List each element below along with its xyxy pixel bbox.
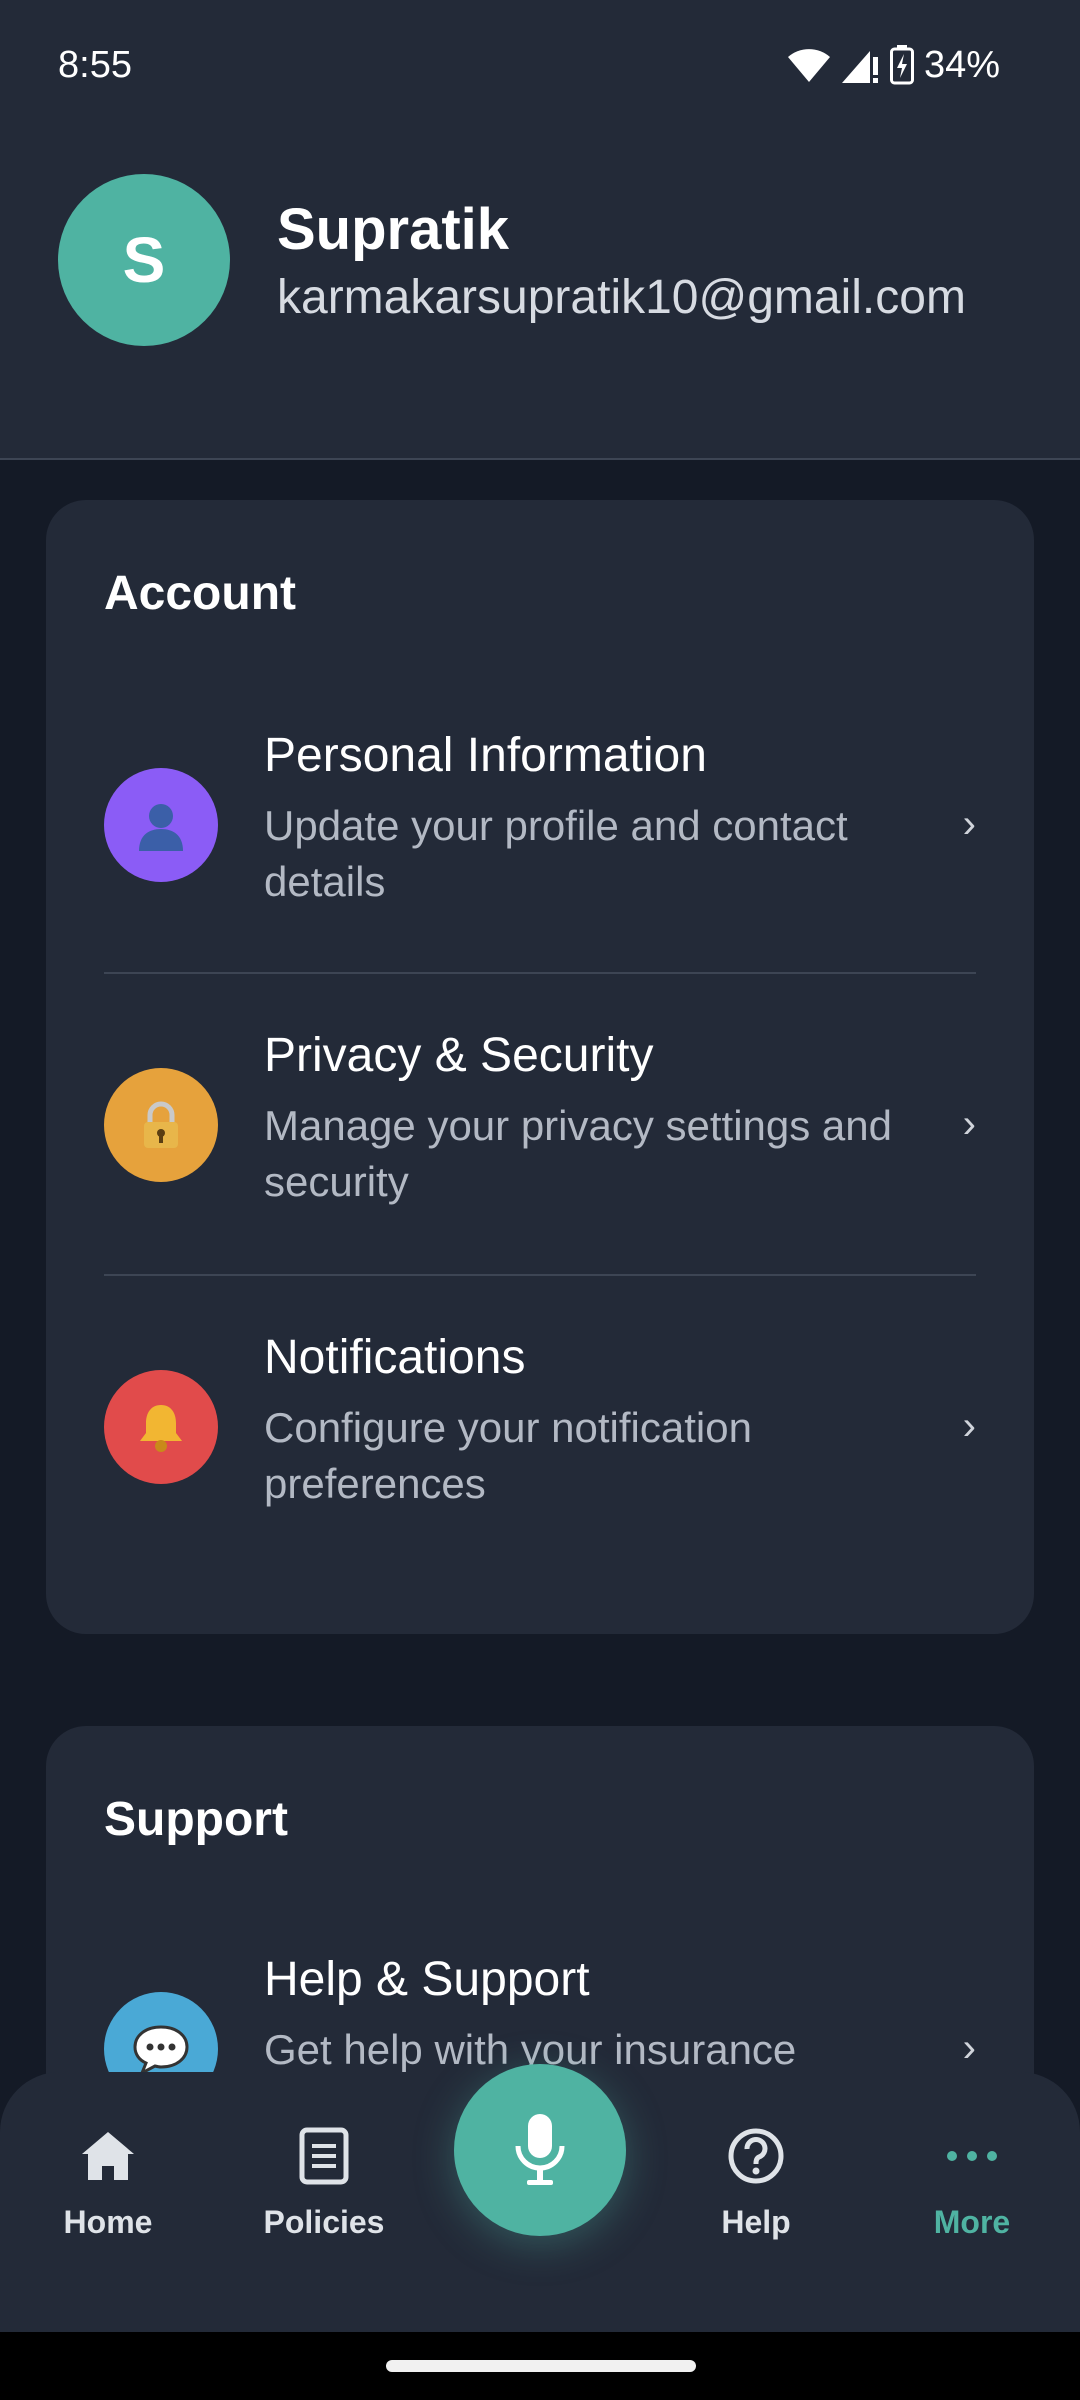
nav-label: Help: [721, 2204, 791, 2240]
bell-icon: [104, 1370, 218, 1484]
lock-icon: [104, 1068, 218, 1182]
user-name: Supratik: [277, 197, 510, 262]
nav-home[interactable]: Home: [28, 2126, 188, 2241]
avatar-initial: S: [122, 224, 166, 296]
chevron-right-icon: ›: [962, 1404, 976, 1448]
item-title: Help & Support: [264, 1953, 590, 2006]
battery-percent: 34%: [923, 43, 1000, 86]
wifi-icon: [787, 49, 830, 82]
nav-label: More: [933, 2204, 1011, 2240]
gesture-handle[interactable]: [386, 2360, 696, 2372]
status-bar: 8:55 34%: [0, 0, 1080, 130]
divider: [104, 972, 976, 974]
status-time: 8:55: [58, 44, 132, 86]
more-dots-icon: [947, 2151, 997, 2161]
item-subtitle: Update your profile and contact details: [264, 802, 848, 905]
nav-label: Home: [63, 2204, 153, 2240]
nav-help[interactable]: Help: [676, 2126, 836, 2241]
item-title: Notifications: [264, 1331, 526, 1384]
battery-charging-icon: [889, 45, 914, 85]
chevron-right-icon: ›: [962, 2026, 976, 2070]
notifications-item[interactable]: Notifications Configure your notificatio…: [104, 1330, 976, 1510]
home-icon: [82, 2132, 134, 2180]
section-title-support: Support: [104, 1793, 288, 1846]
help-circle-icon: [728, 2128, 784, 2184]
item-title: Personal Information: [264, 729, 707, 782]
profile-header: 8:55 34% S Supratik karmakarsupratik10@g…: [0, 0, 1080, 460]
nav-policies[interactable]: Policies: [244, 2126, 404, 2241]
item-subtitle: Get help with your insurance: [264, 2026, 797, 2073]
privacy-security-item[interactable]: Privacy & Security Manage your privacy s…: [104, 1028, 976, 1208]
item-title: Privacy & Security: [264, 1029, 654, 1082]
account-card: Account Personal Information Update your…: [46, 500, 1034, 1634]
status-icons: 34%: [787, 40, 1000, 90]
item-subtitle: Manage your privacy settings and securit…: [264, 1102, 893, 1205]
section-title-account: Account: [104, 567, 296, 620]
chevron-right-icon: ›: [962, 1102, 976, 1146]
cellular-signal-icon: [841, 51, 878, 83]
nav-label: Policies: [263, 2204, 385, 2240]
avatar[interactable]: S: [58, 174, 230, 346]
voice-assistant-button[interactable]: [454, 2064, 626, 2236]
item-subtitle: Configure your notification preferences: [264, 1404, 752, 1507]
nav-more[interactable]: More: [892, 2126, 1052, 2241]
chevron-right-icon: ›: [962, 802, 976, 846]
document-icon: [299, 2127, 349, 2185]
person-icon: [104, 768, 218, 882]
personal-information-item[interactable]: Personal Information Update your profile…: [104, 728, 976, 908]
divider: [104, 1274, 976, 1276]
microphone-icon: [515, 2114, 565, 2185]
user-email: karmakarsupratik10@gmail.com: [277, 271, 966, 324]
